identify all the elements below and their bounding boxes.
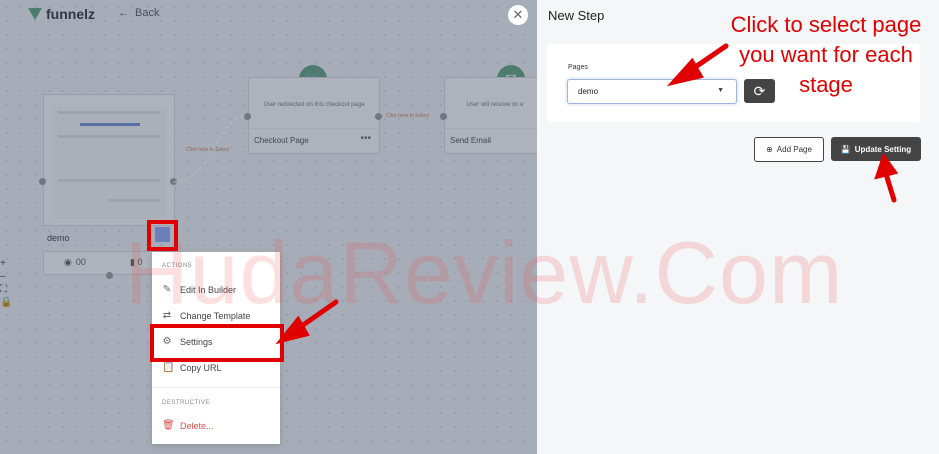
annotation-arrow-head [874, 152, 899, 180]
annotation-arrows [173, 43, 899, 345]
connector-line [173, 115, 245, 183]
annotation-arrow-head [666, 57, 704, 87]
annotation-arrow-head [275, 315, 310, 345]
annotation-arrow [883, 171, 897, 203]
